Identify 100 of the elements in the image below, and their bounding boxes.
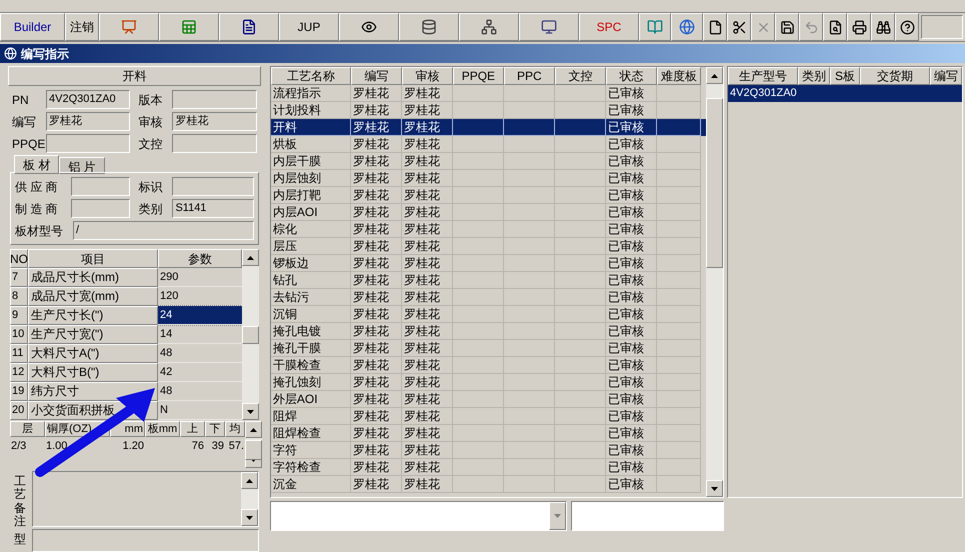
table-cell: 8 [10,287,28,306]
column-header[interactable]: 类别 [798,67,830,85]
toolbar-button[interactable] [847,13,871,41]
column-header[interactable]: 工艺名称 [270,67,351,85]
table-row[interactable]: 字符 罗桂花 罗桂花 已审核 [270,442,706,459]
column-header: 参数 [158,249,242,268]
text-field[interactable] [71,177,130,196]
text-field[interactable] [172,90,257,109]
table-cell: 已审核 [608,205,644,219]
table-row[interactable]: 内层蚀刻 罗桂花 罗桂花 已审核 [270,170,706,187]
text-field[interactable]: S1141 [172,199,254,218]
text-field[interactable] [172,134,257,153]
toolbar-button[interactable] [339,13,399,41]
toolbar-button[interactable] [459,13,519,41]
text-field[interactable]: 罗桂花 [46,112,130,131]
table-row[interactable]: 内层打靶 罗桂花 罗桂花 已审核 [270,187,706,204]
scrollbar[interactable] [242,249,259,420]
table-cell: 2/3 [11,440,26,452]
dropdown[interactable] [270,501,567,531]
column-header: 下 [205,421,225,437]
column-header[interactable]: 编写 [930,67,962,85]
table-cell: 罗桂花 [352,426,389,440]
table-cell: 钻孔 [272,273,297,287]
toolbar-button[interactable] [727,13,751,41]
scrollbar-thumb[interactable] [242,326,259,344]
toolbar-button[interactable]: 注销 [65,13,99,41]
table-row[interactable]: 沉铜 罗桂花 罗桂花 已审核 [270,306,706,323]
toolbar-button[interactable] [519,13,579,41]
toolbar-field[interactable] [921,15,963,39]
table-cell: 罗桂花 [404,222,440,236]
table-row[interactable]: 沉金 罗桂花 罗桂花 已审核 [270,476,706,493]
scrollbar[interactable] [240,472,258,526]
text-field[interactable] [46,134,130,153]
toolbar-button[interactable]: Builder [0,13,65,41]
text-field[interactable]: 4V2Q301ZA0 [46,90,130,109]
table-row[interactable]: 掩孔蚀刻 罗桂花 罗桂花 已审核 [270,374,706,391]
table-cell: 已审核 [608,86,644,100]
toolbar-button[interactable]: JUP [279,13,339,41]
scrollbar-thumb[interactable] [706,98,723,268]
table-row[interactable]: 烘板 罗桂花 罗桂花 已审核 [270,136,706,153]
toolbar-button[interactable] [775,13,799,41]
column-header[interactable]: PPC [504,67,555,85]
table-cell: 罗桂花 [404,120,440,134]
table-row[interactable]: 阻焊检查 罗桂花 罗桂花 已审核 [270,425,706,442]
table-cell: 成品尺寸长(mm) [28,268,158,287]
table-cell: 罗桂花 [352,188,389,202]
column-header[interactable]: PPQE [452,67,504,85]
text-field[interactable]: 罗桂花 [172,112,257,131]
table-cell: 已审核 [608,273,644,287]
table-cell[interactable]: 24 [158,306,242,325]
column-header[interactable]: S板 [830,67,860,85]
table-row[interactable]: 4V2Q301ZA0 [728,85,962,102]
scrollbar[interactable] [706,67,723,497]
column-header[interactable]: 生产型号 [728,67,798,85]
table-row[interactable]: 内层干膜 罗桂花 罗桂花 已审核 [270,153,706,170]
text-field[interactable] [172,177,254,196]
table-row[interactable]: 去钻污 罗桂花 罗桂花 已审核 [270,289,706,306]
toolbar-button[interactable] [219,13,279,41]
text-field[interactable] [71,199,130,218]
column-header[interactable]: 状态 [606,67,657,85]
table-cell: 内层蚀刻 [272,171,321,185]
column-header[interactable]: 编写 [350,67,402,85]
table-cell: 生产尺寸宽(") [28,325,158,344]
toolbar-button[interactable] [823,13,847,41]
table-row[interactable]: 掩孔干膜 罗桂花 罗桂花 已审核 [270,340,706,357]
scrollbar[interactable] [245,421,262,468]
table-row[interactable]: 阻焊 罗桂花 罗桂花 已审核 [270,408,706,425]
table-row[interactable]: 掩孔电镀 罗桂花 罗桂花 已审核 [270,323,706,340]
table-row[interactable]: 锣板边 罗桂花 罗桂花 已审核 [270,255,706,272]
toolbar-button[interactable] [895,13,919,41]
table-cell: 已审核 [608,375,644,389]
text-field[interactable] [570,501,724,531]
table-row[interactable]: 层压 罗桂花 罗桂花 已审核 [270,238,706,255]
tab[interactable]: 铝 片 [59,157,105,174]
table-row[interactable]: 内层AOI 罗桂花 罗桂花 已审核 [270,204,706,221]
table-row[interactable]: 干膜检查 罗桂花 罗桂花 已审核 [270,357,706,374]
model-field[interactable] [32,529,259,552]
text-field[interactable]: / [73,221,254,240]
column-header[interactable]: 交货期 [860,67,930,85]
column-header[interactable]: 文控 [554,67,606,85]
table-cell: 罗桂花 [352,477,389,491]
table-row[interactable]: 流程指示 罗桂花 罗桂花 已审核 [270,85,706,102]
table-row[interactable]: 字符检查 罗桂花 罗桂花 已审核 [270,459,706,476]
table-row[interactable]: 开料 罗桂花 罗桂花 已审核 [270,119,706,136]
toolbar-button[interactable] [703,13,727,41]
remarks-field[interactable] [32,471,259,528]
table-cell: 已审核 [608,188,644,202]
column-header[interactable]: 难度板 [656,67,701,85]
table-row[interactable]: 棕化 罗桂花 罗桂花 已审核 [270,221,706,238]
toolbar-button[interactable] [871,13,895,41]
table-row[interactable]: 外层AOI 罗桂花 罗桂花 已审核 [270,391,706,408]
toolbar-button[interactable]: SPC [579,13,639,41]
save-icon [780,20,794,34]
table-cell: 罗桂花 [352,256,389,270]
table-cell: 罗桂花 [352,239,389,253]
scrollbar-thumb[interactable] [245,440,262,460]
tab[interactable]: 板 材 [14,155,60,174]
column-header[interactable]: 审核 [402,67,453,85]
toolbar-button[interactable] [399,13,459,41]
table-row[interactable]: 钻孔 罗桂花 罗桂花 已审核 [270,272,706,289]
